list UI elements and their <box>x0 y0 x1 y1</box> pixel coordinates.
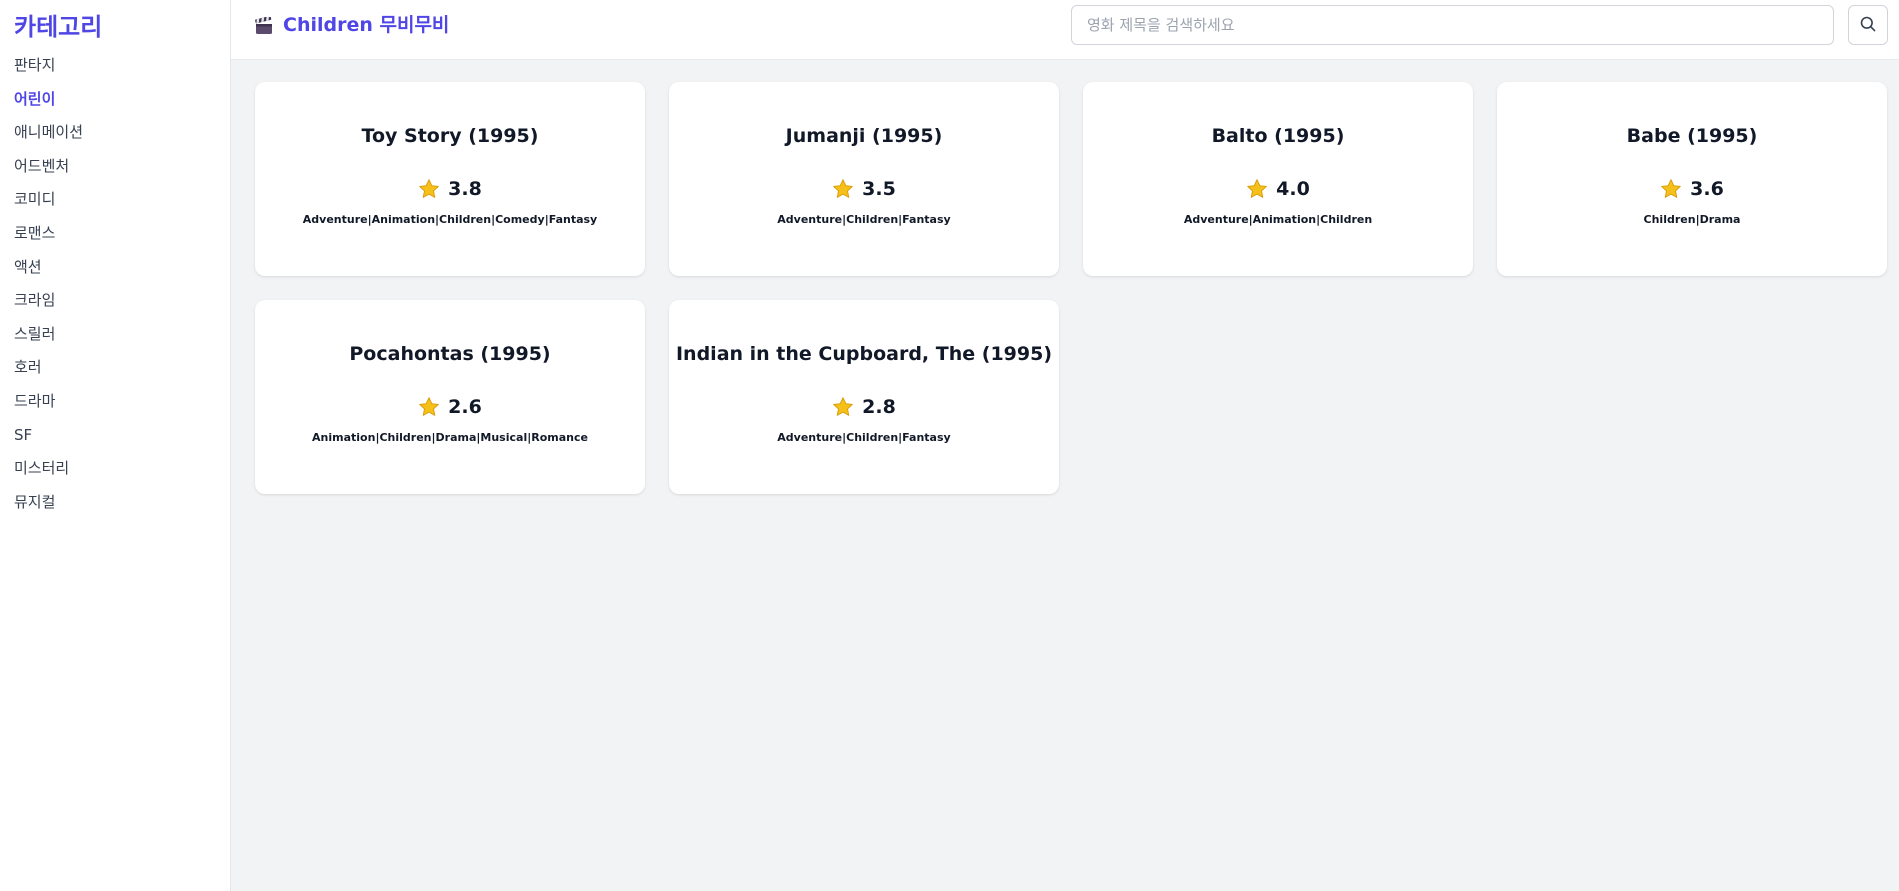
movie-rating: 4.0 <box>1276 178 1310 200</box>
sidebar-item-adventure[interactable]: 어드벤처 <box>0 156 230 176</box>
movie-card[interactable]: Babe (1995) 3.6 Children|Drama <box>1497 82 1887 276</box>
star-icon <box>1247 179 1267 198</box>
sidebar-item-musical[interactable]: 뮤지컬 <box>0 492 230 512</box>
movie-rating: 3.8 <box>448 178 482 200</box>
rating-row: 3.8 <box>255 176 645 202</box>
sidebar-item-comedy[interactable]: 코미디 <box>0 189 230 209</box>
page-title-text: Children 무비무비 <box>283 14 450 36</box>
star-icon <box>419 179 439 198</box>
movie-genres: Animation|Children|Drama|Musical|Romance <box>312 431 588 444</box>
movie-genres: Adventure|Animation|Children|Comedy|Fant… <box>302 213 598 226</box>
movie-genres: Children|Drama <box>1643 213 1741 226</box>
movie-title: Indian in the Cupboard, The (1995) <box>675 343 1053 365</box>
rating-row: 4.0 <box>1083 176 1473 202</box>
movie-title: Pocahontas (1995) <box>349 343 551 365</box>
rating-row: 3.5 <box>669 176 1059 202</box>
sidebar-item-action[interactable]: 액션 <box>0 257 230 277</box>
sidebar-item-mystery[interactable]: 미스터리 <box>0 458 230 478</box>
sidebar-item-children[interactable]: 어린이 <box>0 89 230 109</box>
sidebar-item-thriller[interactable]: 스릴러 <box>0 324 230 344</box>
movie-genres: Adventure|Children|Fantasy <box>777 213 951 226</box>
movie-rating: 3.5 <box>862 178 896 200</box>
category-sidebar: 카테고리 판타지 어린이 애니메이션 어드벤처 코미디 로맨스 액션 크라임 스… <box>0 0 231 891</box>
movie-card[interactable]: Indian in the Cupboard, The (1995) 2.8 A… <box>669 300 1059 494</box>
movie-genres: Adventure|Children|Fantasy <box>777 431 951 444</box>
star-icon <box>833 179 853 198</box>
search-input[interactable] <box>1071 5 1834 45</box>
sidebar-item-animation[interactable]: 애니메이션 <box>0 122 230 142</box>
sidebar-item-fantasy[interactable]: 판타지 <box>0 55 230 75</box>
movie-title: Balto (1995) <box>1211 125 1345 147</box>
top-header: Children 무비무비 <box>231 0 1899 60</box>
sidebar-item-romance[interactable]: 로맨스 <box>0 223 230 243</box>
star-icon <box>1661 179 1681 198</box>
sidebar-item-sf[interactable]: SF <box>0 425 230 445</box>
app-root: 카테고리 판타지 어린이 애니메이션 어드벤처 코미디 로맨스 액션 크라임 스… <box>0 0 1899 891</box>
search-icon <box>1860 16 1876 35</box>
movie-card[interactable]: Balto (1995) 4.0 Adventure|Animation|Chi… <box>1083 82 1473 276</box>
rating-row: 2.6 <box>255 394 645 420</box>
sidebar-item-crime[interactable]: 크라임 <box>0 290 230 310</box>
movie-title: Jumanji (1995) <box>785 125 943 147</box>
movie-title: Toy Story (1995) <box>361 125 539 147</box>
rating-row: 3.6 <box>1497 176 1887 202</box>
sidebar-title: 카테고리 <box>14 13 103 41</box>
movie-grid: Toy Story (1995) 3.8 Adventure|Animation… <box>255 82 1887 494</box>
movie-rating: 2.8 <box>862 396 896 418</box>
clapperboard-icon <box>255 15 273 34</box>
sidebar-item-horror[interactable]: 호러 <box>0 357 230 377</box>
movie-card[interactable]: Toy Story (1995) 3.8 Adventure|Animation… <box>255 82 645 276</box>
movie-card[interactable]: Jumanji (1995) 3.5 Adventure|Children|Fa… <box>669 82 1059 276</box>
sidebar-item-drama[interactable]: 드라마 <box>0 391 230 411</box>
search-button[interactable] <box>1848 5 1888 45</box>
page-title: Children 무비무비 <box>255 12 449 38</box>
rating-row: 2.8 <box>669 394 1059 420</box>
movie-rating: 3.6 <box>1690 178 1724 200</box>
movie-card[interactable]: Pocahontas (1995) 2.6 Animation|Children… <box>255 300 645 494</box>
star-icon <box>419 397 439 416</box>
movie-title: Babe (1995) <box>1626 125 1758 147</box>
main-content: Children 무비무비 Toy Story (1995) 3.8 <box>231 0 1899 891</box>
star-icon <box>833 397 853 416</box>
category-list: 판타지 어린이 애니메이션 어드벤처 코미디 로맨스 액션 크라임 스릴러 호러… <box>0 55 230 512</box>
movie-rating: 2.6 <box>448 396 482 418</box>
movie-genres: Adventure|Animation|Children <box>1183 213 1373 226</box>
